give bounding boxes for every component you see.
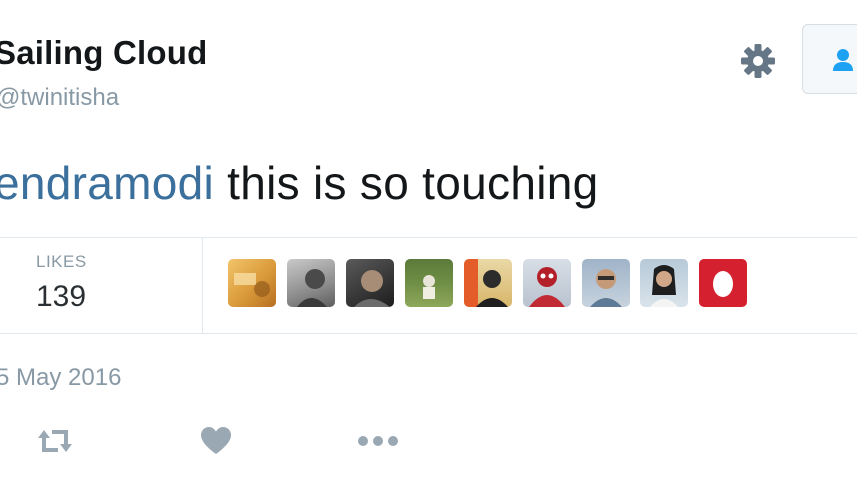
tweet-body: this is so touching [214,157,599,209]
likes-label[interactable]: LIKES [36,252,87,272]
liker-avatar[interactable] [640,259,688,307]
likes-count[interactable]: 139 [36,280,86,314]
liker-avatar[interactable] [699,259,747,307]
stats-divider [202,238,203,333]
liker-avatar[interactable] [582,259,630,307]
tweet-text: endramodi this is so touching [0,156,598,210]
user-handle[interactable]: @twinitisha [0,84,119,112]
liker-avatar[interactable] [287,259,335,307]
tweet-timestamp[interactable]: 5 May 2016 [0,364,121,392]
liker-avatar[interactable] [228,259,276,307]
retweet-icon[interactable] [34,424,76,463]
tweet-card: Sailing Cloud @twinitisha endramodi this… [0,0,857,482]
divider [0,237,857,238]
liker-avatar[interactable] [464,259,512,307]
liker-avatar[interactable] [523,259,571,307]
display-name[interactable]: Sailing Cloud [0,34,207,72]
more-icon[interactable] [357,432,399,455]
liker-avatar[interactable] [405,259,453,307]
mention-link[interactable]: endramodi [0,157,214,209]
follow-button[interactable] [802,24,857,94]
heart-icon[interactable] [199,424,233,463]
liker-avatar[interactable] [346,259,394,307]
gear-icon[interactable] [739,42,777,80]
follow-user-icon [833,49,853,71]
divider [0,333,857,334]
